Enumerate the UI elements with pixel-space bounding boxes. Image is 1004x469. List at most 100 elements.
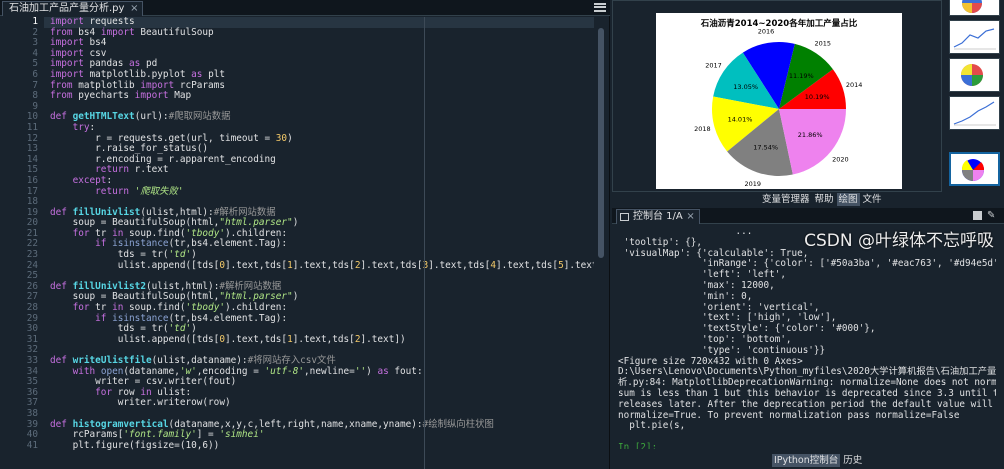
- code-line[interactable]: plt.figure(figsize=(10,6)): [44, 439, 594, 452]
- pie-percent-label: 13.05%: [733, 83, 758, 91]
- code-token: r.text: [129, 164, 169, 176]
- scrollbar-thumb[interactable]: [598, 28, 604, 258]
- code-line[interactable]: ulist.append([tds[0].text,tds[1].text,td…: [44, 259, 594, 272]
- code-token: try: [72, 121, 90, 133]
- code-token: r.encoding = r.apparent_encoding: [50, 153, 276, 165]
- code-token: except: [72, 174, 107, 186]
- tab-ipython-console[interactable]: IPython控制台: [772, 454, 841, 467]
- code-token: 'tbody': [185, 302, 225, 314]
- code-token: #解析网站数据: [219, 280, 282, 292]
- code-token: in: [112, 302, 124, 314]
- pie-category-label: 2017: [705, 61, 722, 69]
- code-token: tds = tr(: [50, 323, 169, 335]
- code-token: ): [191, 323, 197, 335]
- tab-history[interactable]: 历史: [841, 454, 864, 467]
- code-token: soup = BeautifulSoup(html,: [50, 217, 220, 229]
- code-token: import: [50, 68, 84, 80]
- code-token: import: [140, 79, 175, 91]
- code-token: tr: [89, 302, 113, 314]
- plot-thumbnail[interactable]: [949, 58, 1000, 92]
- code-token: ,newline=: [304, 365, 355, 377]
- code-token: ): [366, 365, 378, 377]
- code-token: pyecharts: [72, 90, 135, 102]
- tab-files[interactable]: 文件: [861, 193, 884, 206]
- code-token: ].text,tds[: [224, 333, 288, 345]
- console-tab[interactable]: 控制台 1/A ×: [616, 209, 700, 224]
- stop-icon[interactable]: [973, 211, 982, 220]
- plot-viewer[interactable]: 石油沥青2014~2020各年加工产量占比 2014 10.19% 2015 11.1…: [612, 0, 942, 192]
- clear-brush-icon[interactable]: ✎: [987, 210, 998, 221]
- line-number: 38: [26, 407, 38, 419]
- code-token: row: [112, 386, 141, 398]
- tab-variable-explorer[interactable]: 变量管理器: [760, 193, 812, 206]
- plot-thumbnail[interactable]: [949, 20, 1000, 54]
- close-icon[interactable]: ×: [686, 210, 694, 223]
- line-number: 6: [32, 68, 38, 80]
- plot-thumbnail-selected[interactable]: [949, 152, 1000, 186]
- code-line[interactable]: from bs4 import BeautifulSoup: [44, 27, 594, 39]
- pie-category-label: 2014: [846, 81, 863, 89]
- pie-chart-figure: 石油沥青2014~2020各年加工产量占比 2014 10.19% 2015 11.1…: [656, 13, 902, 189]
- code-line[interactable]: writer.writerow(row): [44, 398, 594, 409]
- code-token: 'tbody': [185, 227, 225, 239]
- editor-file-tab[interactable]: 石油加工产品产量分析.py ×: [2, 1, 144, 16]
- code-line[interactable]: from pyecharts import Map: [44, 90, 594, 102]
- code-line[interactable]: return '爬取失败': [44, 185, 594, 198]
- code-token: ].text,tds[: [292, 259, 355, 271]
- code-token: for: [72, 227, 90, 239]
- plot-thumbnails[interactable]: [944, 0, 1004, 192]
- plots-pane-tabs: 变量管理器 帮助 绘图 文件: [760, 193, 885, 206]
- code-token: ): [292, 291, 299, 303]
- code-token: def: [50, 355, 67, 366]
- code-token: csv: [83, 47, 107, 59]
- code-token: "html.parser": [219, 291, 293, 303]
- code-token: isinstance: [112, 238, 169, 250]
- code-token: return: [95, 185, 130, 197]
- console-output-line: 'min': 0,: [618, 290, 753, 302]
- editor-scrollbar[interactable]: [596, 18, 606, 466]
- code-token: r = requests.get(url, timeout =: [50, 132, 276, 144]
- plot-thumbnail[interactable]: [949, 0, 1000, 16]
- console-output[interactable]: ... 'tooltip': {}, 'visualMap': {'calcul…: [618, 227, 996, 449]
- console-prompt[interactable]: In [2]:: [618, 442, 996, 449]
- plot-thumbnail[interactable]: [949, 96, 1000, 130]
- code-token: rcParams: [174, 79, 225, 91]
- code-token: as: [129, 58, 141, 70]
- code-token: (tr,bs4.element.Tag):: [168, 312, 288, 324]
- pie-percent-label: 14.01%: [728, 115, 753, 123]
- code-line[interactable]: ulist.append([tds[0].text,tds[1].text,td…: [44, 333, 594, 346]
- code-editor[interactable]: 石油加工产品产量分析.py × 1 2 3 4 5 6 7 8 9 10 11 12 13 14 15 16 1…: [0, 0, 610, 469]
- code-token: 'simhei': [219, 429, 265, 441]
- edge-guide-line: [424, 17, 425, 469]
- code-token: plt.figure(figsize=(10,6)): [50, 439, 220, 451]
- pie-chart: 石油沥青2014~2020各年加工产量占比 2014 10.19% 2015 11.1…: [694, 18, 863, 188]
- pie-category-label: 2016: [758, 28, 775, 36]
- line-number: 1: [32, 16, 38, 27]
- code-token: (ulist,html):: [145, 280, 220, 292]
- code-token: (ulist,dataname):: [151, 355, 248, 366]
- console-tab-label: 控制台 1/A: [633, 211, 683, 222]
- code-token: ].text]): [360, 333, 406, 345]
- console-output-line: releases later. After the deprecation pe…: [618, 398, 996, 410]
- code-token: soup.find(: [123, 227, 186, 239]
- code-token: as: [191, 68, 203, 80]
- code-token: in: [140, 386, 152, 398]
- hamburger-menu-icon[interactable]: [594, 1, 606, 13]
- code-token: #绘制纵向柱状图: [422, 418, 494, 430]
- code-text-area[interactable]: import requests from bs4 import Beautiful…: [44, 17, 594, 469]
- code-line[interactable]: return r.text: [44, 165, 594, 176]
- code-token: Map: [168, 90, 192, 102]
- code-token: 'font.family': [123, 429, 197, 441]
- tab-help[interactable]: 帮助: [813, 193, 836, 206]
- code-token: as: [377, 365, 389, 377]
- tab-plots[interactable]: 绘图: [836, 193, 860, 206]
- code-token: (url):: [134, 111, 169, 123]
- code-line[interactable]: import bs4: [44, 37, 594, 49]
- code-token: open: [100, 365, 124, 377]
- close-icon[interactable]: ×: [130, 2, 138, 15]
- code-line[interactable]: def getHTMLText(url):#爬取网站数据: [44, 112, 594, 123]
